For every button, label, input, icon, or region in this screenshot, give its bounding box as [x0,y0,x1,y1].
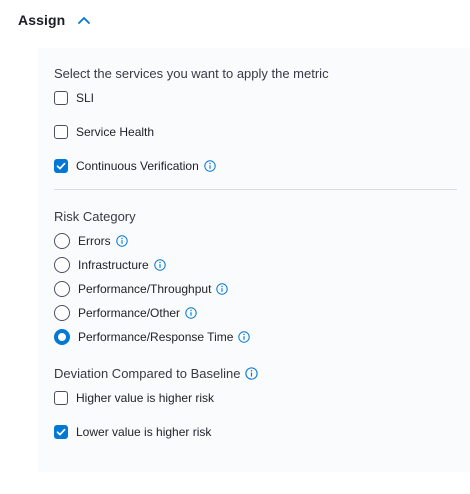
checkbox-service-health[interactable]: Service Health [54,123,154,141]
radio-performance-throughput[interactable]: Performance/Throughput [54,280,229,298]
assign-panel: Select the services you want to apply th… [38,48,470,472]
checkbox-continuous-verification[interactable]: Continuous Verification [54,157,216,175]
service-health-checkbox[interactable] [54,125,68,139]
checkbox-label: SLI [76,91,95,105]
performance-response-time-radio[interactable] [54,329,70,345]
section-title: Assign [18,12,66,28]
radio-label: Performance/Throughput [78,282,212,296]
check-icon [56,428,66,436]
radio-performance-response-time[interactable]: Performance/Response Time [54,328,251,346]
radio-label: Performance/Other [78,306,181,320]
info-icon[interactable] [238,331,251,343]
radio-infrastructure[interactable]: Infrastructure [54,256,166,274]
chevron-up-icon[interactable] [77,15,91,25]
checkbox-lower-value[interactable]: Lower value is higher risk [54,423,211,441]
sli-checkbox[interactable] [54,91,68,105]
performance-other-radio[interactable] [54,305,70,321]
info-icon[interactable] [185,307,197,319]
radio-errors[interactable]: Errors [54,232,128,250]
radio-label: Errors [78,234,111,248]
check-icon [56,162,66,170]
deviation-label-row: Deviation Compared to Baseline [54,366,259,381]
radio-performance-other[interactable]: Performance/Other [54,304,197,322]
deviation-label: Deviation Compared to Baseline [54,366,241,381]
radio-label: Performance/Response Time [78,330,234,344]
checkbox-higher-value[interactable]: Higher value is higher risk [54,389,214,407]
info-icon[interactable] [154,259,166,271]
info-icon[interactable] [216,283,229,295]
continuous-verification-checkbox[interactable] [54,159,68,173]
radio-label: Infrastructure [78,258,149,272]
info-icon[interactable] [115,235,128,247]
errors-radio[interactable] [54,233,70,249]
section-divider [54,189,457,190]
checkbox-sli[interactable]: SLI [54,89,94,107]
info-icon[interactable] [245,367,259,380]
assign-section-toggle[interactable]: Assign [18,10,91,30]
info-icon[interactable] [204,160,216,172]
checkbox-label: Lower value is higher risk [76,425,212,439]
assign-section: Assign Select the services you want to a… [0,0,470,494]
higher-value-checkbox[interactable] [54,391,68,405]
checkbox-label: Service Health [76,125,155,139]
performance-throughput-radio[interactable] [54,281,70,297]
checkbox-label: Continuous Verification [76,159,199,173]
lower-value-checkbox[interactable] [54,425,68,439]
infrastructure-radio[interactable] [54,257,70,273]
services-label: Select the services you want to apply th… [54,66,329,81]
checkbox-label: Higher value is higher risk [76,391,215,405]
risk-category-label: Risk Category [54,209,136,224]
